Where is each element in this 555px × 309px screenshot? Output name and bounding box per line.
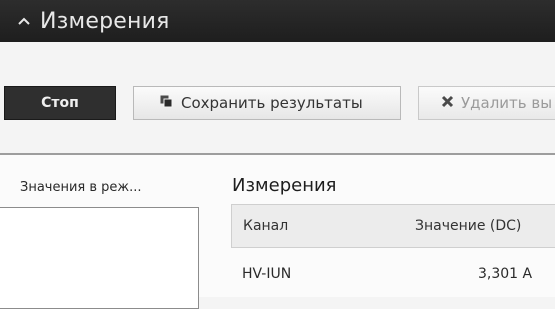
- x-icon: [441, 94, 454, 112]
- mode-values-list[interactable]: [0, 207, 199, 309]
- chevron-up-icon[interactable]: [16, 13, 32, 29]
- stop-button-label: Стоп: [41, 95, 79, 111]
- column-header-value[interactable]: Значение (DC): [415, 218, 521, 234]
- delete-button[interactable]: Удалить вы: [418, 86, 555, 120]
- panel-header[interactable]: Измерения: [0, 0, 555, 42]
- value-cell: 3,301 A: [478, 266, 533, 282]
- copy-icon: [160, 94, 173, 112]
- table-row[interactable]: HV-IUN 3,301 A: [231, 260, 555, 290]
- page-title: Измерения: [40, 8, 170, 34]
- table-header: Канал Значение (DC): [231, 204, 555, 248]
- save-results-button[interactable]: Сохранить результаты: [133, 86, 401, 120]
- stop-button[interactable]: Стоп: [4, 86, 116, 120]
- channel-cell: HV-IUN: [242, 266, 292, 282]
- mode-values-label: Значения в реж...: [20, 180, 142, 195]
- save-results-label: Сохранить результаты: [181, 94, 363, 112]
- delete-label: Удалить вы: [461, 94, 553, 112]
- measurements-panel: Значения в реж... Измерения Канал Значен…: [0, 153, 555, 309]
- column-header-channel[interactable]: Канал: [243, 218, 288, 234]
- measurements-title: Измерения: [232, 175, 337, 196]
